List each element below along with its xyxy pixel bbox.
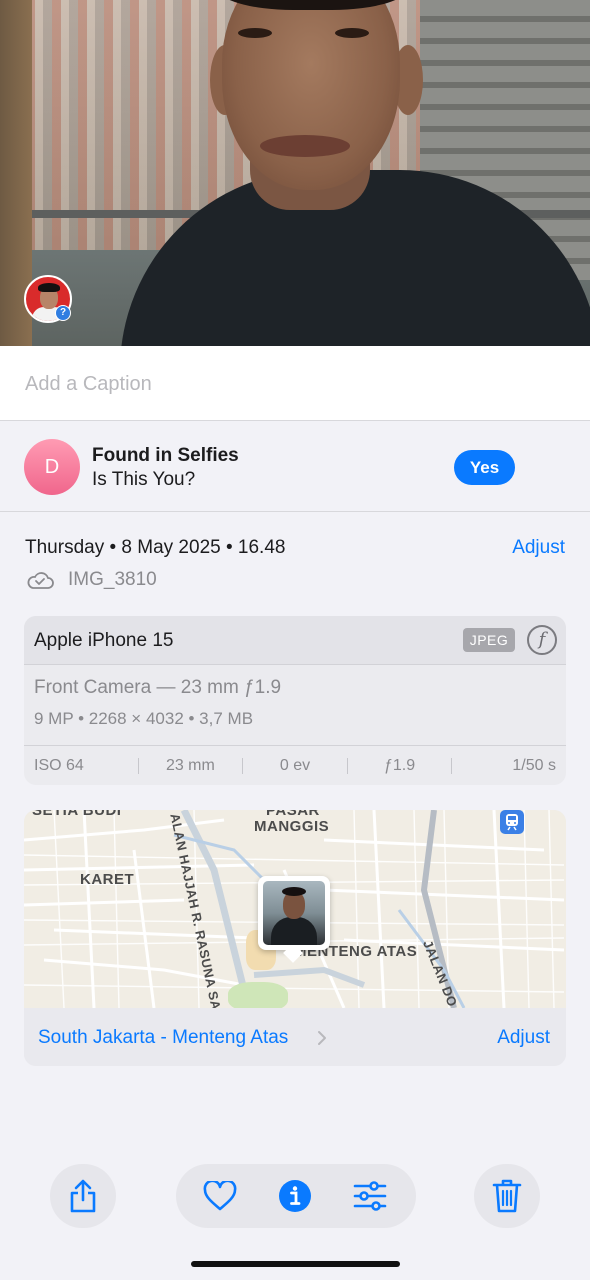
photo-view[interactable] — [0, 0, 590, 346]
share-button[interactable] — [50, 1164, 116, 1228]
caption-input[interactable] — [25, 366, 565, 402]
adjust-location-button[interactable]: Adjust — [497, 1027, 550, 1049]
location-link[interactable]: South Jakarta - Menteng Atas — [38, 1027, 288, 1049]
thumbnail-hair — [282, 887, 306, 896]
format-badge: JPEG — [463, 628, 515, 652]
avatar-hair — [38, 283, 60, 292]
train-station-icon[interactable] — [500, 810, 524, 834]
location-footer: South Jakarta - Menteng Atas Adjust — [24, 1008, 566, 1066]
map-label: SETIA BUDI — [32, 810, 122, 819]
trash-icon — [492, 1179, 522, 1213]
suggestion-question: Is This You? — [92, 469, 196, 490]
favorite-button[interactable] — [190, 1164, 250, 1228]
photo-actions-group — [176, 1164, 416, 1228]
person-eye — [335, 28, 369, 38]
exif-exposure-value: 0 ev — [279, 756, 311, 774]
suggestion-title: Found in Selfies — [92, 445, 239, 466]
exif-shutter-speed: 1/50 s — [512, 756, 556, 774]
share-icon — [70, 1179, 96, 1213]
yes-button[interactable]: Yes — [454, 450, 515, 485]
location-card: SETIA BUDI PASAR MANGGIS KARET ALAN HAJJ… — [24, 810, 566, 1066]
photo-location-pin[interactable] — [258, 876, 330, 963]
file-name: IMG_3810 — [68, 569, 157, 590]
person-eye — [238, 28, 272, 38]
capture-date: Thursday • 8 May 2025 • 16.48 — [25, 537, 286, 558]
person-mouth — [260, 135, 350, 157]
info-icon — [279, 1180, 311, 1212]
face-suggestion: D Found in Selfies Is This You? Yes — [0, 421, 590, 512]
edit-adjust-button[interactable] — [340, 1164, 400, 1228]
adjust-date-button[interactable]: Adjust — [512, 537, 565, 559]
adjust-icon — [353, 1181, 387, 1211]
exif-aperture: ƒ1.9 — [384, 756, 416, 774]
map-view[interactable]: SETIA BUDI PASAR MANGGIS KARET ALAN HAJJ… — [24, 810, 566, 1012]
camera-info-card: Apple iPhone 15 JPEG f Front Camera — 23… — [24, 616, 566, 785]
person-avatar: D — [24, 439, 80, 495]
image-specs: 9 MP • 2268 × 4032 • 3,7 MB — [34, 709, 254, 728]
exif-focal-length: 23 mm — [165, 756, 215, 774]
icloud-icon — [27, 572, 54, 589]
exif-iso: ISO 64 — [34, 756, 84, 774]
info-button[interactable] — [265, 1164, 325, 1228]
exif-row: ISO 64 23 mm 0 ev ƒ1.9 1/50 s — [24, 745, 566, 785]
chevron-right-icon — [318, 1031, 326, 1045]
lens-info: Front Camera — 23 mm ƒ1.9 — [34, 677, 282, 698]
device-name: Apple iPhone 15 — [34, 630, 174, 651]
pin-thumbnail — [263, 881, 325, 945]
caption-section — [0, 346, 590, 421]
map-label: KARET — [80, 871, 135, 888]
delete-button[interactable] — [474, 1164, 540, 1228]
heart-icon — [203, 1181, 237, 1211]
camera-card-header: Apple iPhone 15 JPEG f — [24, 616, 566, 665]
unknown-person-badge: ? — [55, 305, 71, 321]
home-indicator[interactable] — [191, 1261, 400, 1267]
map-label: MANGGIS — [254, 818, 330, 835]
thumbnail-shirt — [271, 917, 317, 945]
aperture-f-icon: f — [527, 625, 557, 655]
